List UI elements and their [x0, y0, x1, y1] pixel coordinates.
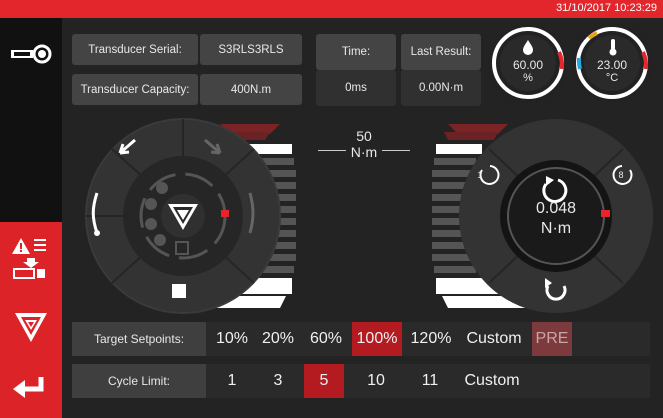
brand-logo-icon [15, 313, 47, 342]
back-button[interactable] [0, 370, 62, 406]
stop-icon[interactable] [172, 284, 186, 298]
thermometer-icon [609, 39, 617, 56]
cycle-limit-custom[interactable]: Custom [460, 364, 524, 398]
target-left-line [318, 150, 346, 151]
humidity-value: 60.00 [512, 58, 544, 72]
cycle-limit-3[interactable]: 3 [258, 364, 298, 398]
counter-right: 8 [618, 170, 624, 180]
transducer-connect-button[interactable] [0, 34, 62, 74]
alert-log-button[interactable] [0, 232, 62, 284]
datetime-display: 31/10/2017 10:23:29 [556, 2, 657, 14]
cycle-limit-label: Cycle Limit: [72, 364, 206, 398]
setpoints-label: Target Setpoints: [72, 322, 206, 356]
status-bar: 31/10/2017 10:23:29 [0, 0, 663, 18]
setpoint-60[interactable]: 60% [304, 322, 348, 356]
setpoint-10[interactable]: 10% [210, 322, 254, 356]
back-arrow-icon [13, 377, 44, 398]
capacity-label: Transducer Capacity: [72, 74, 198, 105]
last-result-value: 0.00N·m [401, 70, 481, 106]
humidity-unit: % [523, 72, 533, 84]
cycle-limit-11[interactable]: 11 [410, 364, 450, 398]
serial-value: S3RLS3RLS [200, 34, 302, 65]
mode-dial [85, 118, 296, 314]
target-unit: N·m [350, 144, 378, 160]
humidity-gauge: 60.00 % [487, 22, 569, 104]
temperature-gauge: 23.00 °C [571, 22, 653, 104]
time-label: Time: [316, 34, 396, 70]
alert-log-icon [12, 238, 46, 279]
target-right-line [382, 150, 410, 151]
setpoint-20[interactable]: 20% [256, 322, 300, 356]
target-value: 50 [356, 128, 372, 144]
cycle-limit-row: Cycle Limit: 1 3 5 10 11 Custom [72, 364, 650, 398]
transducer-connect-icon [11, 44, 52, 64]
setpoint-custom[interactable]: Custom [462, 322, 526, 356]
temperature-unit: °C [605, 72, 619, 84]
serial-label: Transducer Serial: [72, 34, 198, 65]
setpoint-120[interactable]: 120% [406, 322, 456, 356]
setpoint-pre[interactable]: PRE [532, 322, 572, 356]
capacity-value: 400N.m [200, 74, 302, 105]
cycle-limit-10[interactable]: 10 [356, 364, 396, 398]
counter-left: 1 [477, 170, 483, 180]
brand-logo-button[interactable] [0, 304, 62, 350]
time-value: 0ms [316, 70, 396, 106]
cycle-limit-5[interactable]: 5 [304, 364, 344, 398]
setpoints-row: Target Setpoints: 10% 20% 60% 100% 120% … [72, 322, 650, 356]
reading-value: 0.048 [535, 200, 577, 217]
humidity-drop-icon [523, 40, 533, 55]
setpoint-100[interactable]: 100% [352, 322, 402, 356]
reading-unit: N·m [540, 220, 572, 237]
temperature-value: 23.00 [596, 58, 628, 72]
last-result-label: Last Result: [401, 34, 481, 70]
cycle-limit-1[interactable]: 1 [212, 364, 252, 398]
